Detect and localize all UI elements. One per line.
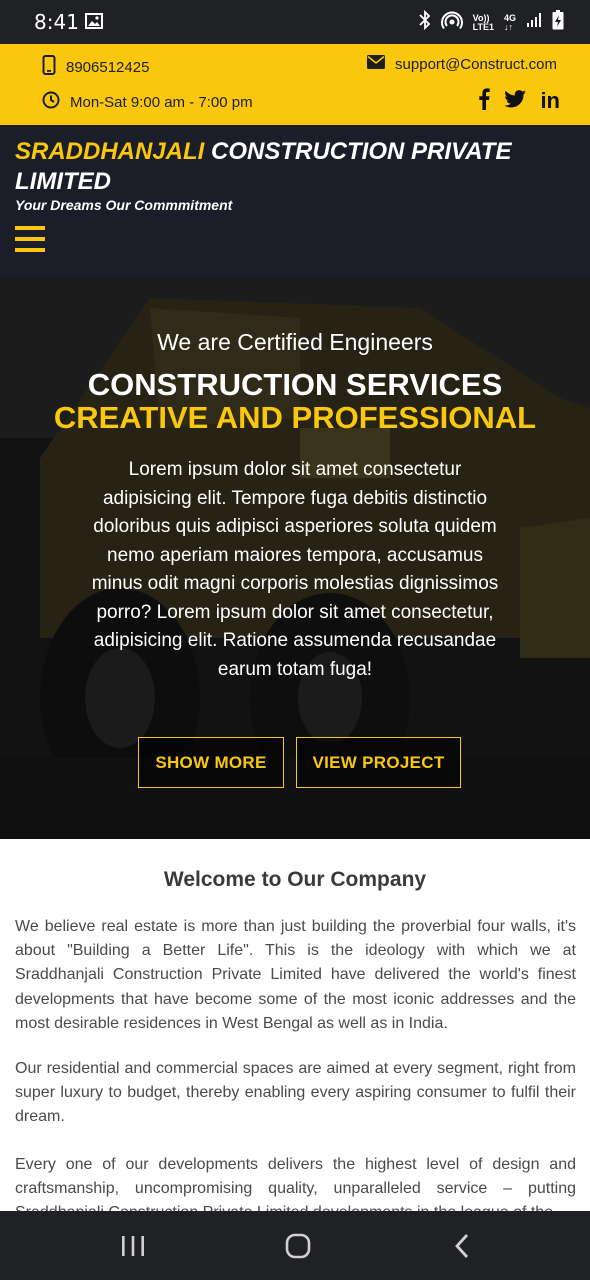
show-more-button[interactable]: SHOW MORE (138, 737, 284, 788)
about-paragraph: Every one of our developments delivers t… (15, 1156, 576, 1211)
status-time: 8:41 (34, 10, 79, 34)
phone-contact[interactable]: 8906512425 (42, 55, 149, 79)
signal-icon (526, 12, 542, 33)
section-title: Welcome to Our Company (163, 868, 427, 891)
recents-icon[interactable] (105, 1211, 161, 1280)
brand-accent[interactable]: SRADDHANJALI (15, 138, 204, 165)
volte-icon: Vo)) LTE1 (472, 13, 494, 32)
back-icon[interactable] (434, 1211, 490, 1280)
about-paragraph: Our residential and commercial spaces ar… (15, 1060, 576, 1126)
home-icon[interactable] (270, 1211, 326, 1280)
battery-icon (552, 10, 564, 35)
site-header: SRADDHANJALI CONSTRUCTION PRIVATE LIMITE… (0, 125, 590, 278)
status-bar: 8:41 Vo)) LTE1 4G ↓↑ (0, 0, 590, 44)
brand-name[interactable]: SRADDHANJALI CONSTRUCTION PRIVATE LIMITE… (15, 137, 555, 197)
status-icons: Vo)) LTE1 4G ↓↑ (419, 9, 564, 35)
contact-bar: 8906512425 support@Construct.com Mon-Sat… (0, 44, 590, 125)
email-contact[interactable]: support@Construct.com (367, 55, 557, 73)
email-address[interactable]: support@Construct.com (395, 56, 557, 73)
volte-label-bottom: LTE1 (472, 21, 494, 32)
opening-hours: Mon-Sat 9:00 am - 7:00 pm (42, 91, 253, 113)
phone-icon (42, 55, 56, 79)
phone-number[interactable]: 8906512425 (66, 59, 149, 76)
hero-eyebrow: We are Certified Engineers (157, 329, 433, 355)
hero-banner: We are Certified Engineers CONSTRUCTION … (0, 278, 590, 839)
about-section: Welcome to Our Company We believe real e… (0, 839, 590, 1211)
brand-tagline: Your Dreams Our Commmitment (15, 197, 233, 213)
hero-description: Lorem ipsum dolor sit amet consectetur a… (91, 459, 499, 680)
gallery-icon (85, 13, 103, 34)
bluetooth-icon (419, 9, 431, 35)
social-links: in (478, 88, 560, 114)
system-nav-bar (0, 1211, 590, 1280)
hamburger-icon[interactable] (15, 226, 45, 254)
view-project-button[interactable]: VIEW PROJECT (296, 737, 461, 788)
hero-title: CONSTRUCTION SERVICES (87, 367, 503, 402)
twitter-icon[interactable] (504, 90, 527, 112)
linkedin-icon[interactable]: in (540, 88, 560, 114)
envelope-icon (367, 55, 386, 73)
facebook-icon[interactable] (478, 88, 491, 114)
hero-title-accent: CREATIVE AND PROFESSIONAL (53, 400, 537, 435)
hours-text: Mon-Sat 9:00 am - 7:00 pm (70, 93, 253, 111)
clock-icon (42, 91, 60, 113)
about-paragraph: We believe real estate is more than just… (15, 918, 576, 1032)
hotspot-icon (440, 10, 463, 35)
4g-icon: 4G ↓↑ (503, 12, 516, 32)
